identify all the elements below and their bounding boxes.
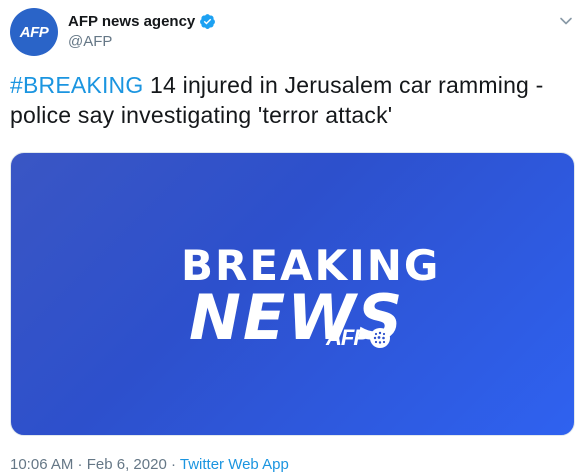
globe-dots-icon [370, 328, 390, 348]
author-handle[interactable]: @AFP [68, 33, 112, 50]
avatar[interactable]: AFP [10, 8, 58, 56]
tweet-date[interactable]: Feb 6, 2020 [87, 456, 167, 473]
author-display-name[interactable]: AFP news agency [68, 13, 195, 30]
hashtag-link[interactable]: #BREAKING [10, 72, 143, 98]
meta-separator: · [166, 456, 180, 473]
chevron-down-icon[interactable] [559, 14, 573, 28]
tweet-source-link[interactable]: Twitter Web App [180, 456, 289, 473]
afp-image-logo: AFP [326, 325, 391, 351]
tweet-time[interactable]: 10:06 AM [10, 456, 73, 473]
tweet-text: #BREAKING 14 injured in Jerusalem car ra… [10, 70, 575, 130]
afp-logo-text: AFP [326, 325, 368, 350]
breaking-news-image[interactable]: BREAKING NEWS AFP [10, 152, 575, 436]
author-name-row[interactable]: AFP news agency [68, 13, 216, 30]
meta-separator: · [73, 456, 87, 473]
verified-badge-icon [200, 14, 216, 29]
avatar-logo-text: AFP [19, 23, 49, 41]
tweet-meta: 10:06 AM · Feb 6, 2020 · Twitter Web App [10, 456, 289, 473]
